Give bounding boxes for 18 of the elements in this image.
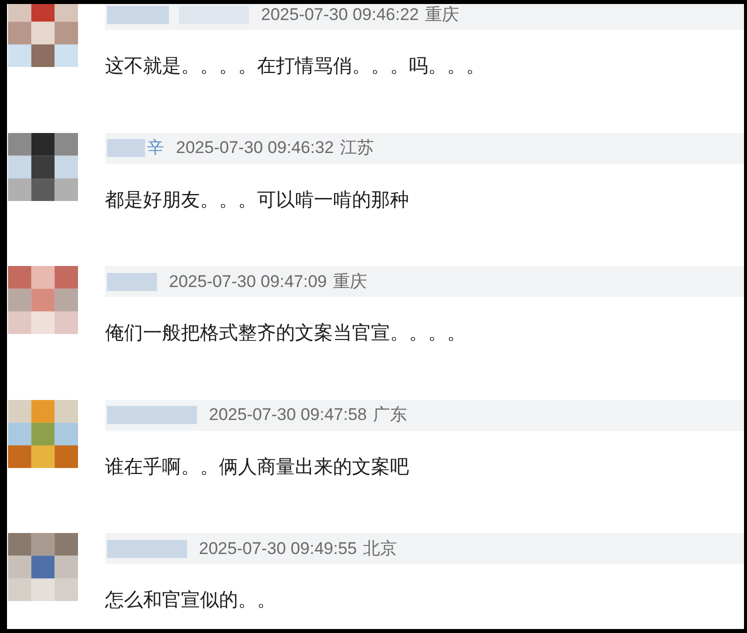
comment-text: 俺们一般把格式整齐的文案当官宣。。。。 [105,322,467,346]
comment-time: 2025-07-30 09:49:55 [199,538,357,560]
redacted-name-drawing [107,139,145,157]
comment-location: 重庆 [332,270,367,293]
comment-location: 北京 [362,538,397,560]
comment-text: 这不就是。。。。在打情骂俏。。。吗。。。 [105,55,486,79]
comment-text: 谁在乎啊。。俩人商量出来的文案吧 [105,456,410,480]
comment-time: 2025-07-30 09:46:32 [176,137,334,160]
username[interactable]: 辛 [147,135,164,161]
comment-location: 重庆 [424,4,459,26]
comment-text: 怎么和官宣似的。。 [105,589,277,613]
comment-text: 都是好朋友。。。可以啃一啃的那种 [105,188,410,212]
comment-location: 广东 [372,404,407,426]
comment-time: 2025-07-30 09:47:09 [169,270,327,293]
comment-location: 江苏 [340,137,374,160]
comment-time: 2025-07-30 09:46:22 [261,4,419,26]
redacted-name-drawing [107,272,157,290]
comment-time: 2025-07-30 09:47:58 [209,404,367,426]
